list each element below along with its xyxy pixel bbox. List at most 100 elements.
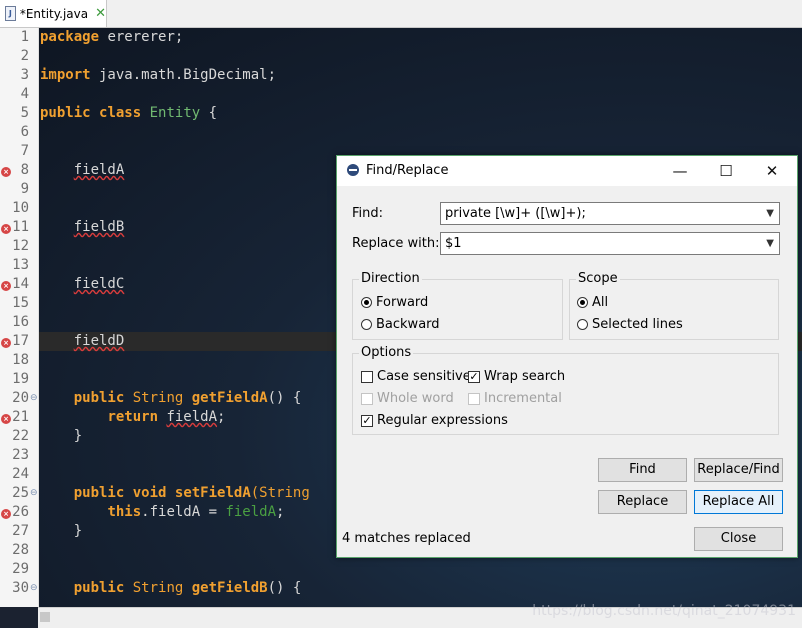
line-number: 20 [12,390,29,406]
watermark: https://blog.csdn.net/qinat_21074931 [532,603,796,619]
wrap-search-checkbox[interactable]: ✓ Wrap search [468,369,565,384]
code-token: class [99,105,142,121]
line-number: 22 [12,428,29,444]
code-line: fieldB [40,219,125,235]
code-line: } [40,523,82,539]
find-input[interactable]: private [\w]+ ([\w]+); ▼ [440,202,780,225]
editor-tab-bar: J *Entity.java ✕ [0,0,802,28]
chevron-down-icon[interactable]: ▼ [766,203,774,224]
wrap-search-label: Wrap search [484,369,566,384]
code-token: public [73,390,125,406]
checkbox-icon [468,392,480,405]
selected-lines-radio[interactable]: Selected lines [577,317,683,332]
line-number: 8 [20,162,29,178]
status-message: 4 matches replaced [342,531,471,546]
replace-label: Replace with: [352,236,440,251]
line-number: 27 [12,523,29,539]
backward-radio[interactable]: Backward [361,317,440,332]
error-marker-icon[interactable]: × [1,509,11,519]
chevron-down-icon[interactable]: ▼ [766,233,774,254]
code-line: public String getFieldB() { [40,580,302,596]
code-line: return fieldA; [40,409,225,425]
error-marker-icon[interactable]: × [1,167,11,177]
case-sensitive-checkbox[interactable]: Case sensitive [361,369,471,384]
all-radio[interactable]: All [577,295,608,310]
radio-selected-icon [577,297,588,308]
direction-group: Direction Forward Backward [352,271,563,340]
code-token: getFieldA [191,390,268,406]
replace-all-button[interactable]: Replace All [694,490,783,514]
forward-radio[interactable]: Forward [361,295,428,310]
code-token: } [40,523,83,539]
regular-expressions-label: Regular expressions [377,413,508,428]
code-token: () { [267,390,302,406]
replace-button[interactable]: Replace [598,490,687,514]
find-input-value: private [\w]+ ([\w]+); [445,206,586,221]
dialog-title: Find/Replace [366,163,449,178]
whole-word-label: Whole word [377,391,454,406]
code-token: return [107,409,159,425]
line-number: 23 [12,447,29,463]
line-number: 12 [12,238,29,254]
code-token: { [200,105,218,121]
line-number: 3 [20,67,29,83]
line-number: 15 [12,295,29,311]
fold-toggle-icon[interactable]: ⊖ [30,583,38,593]
line-number: 28 [12,542,29,558]
regular-expressions-checkbox[interactable]: ✓ Regular expressions [361,413,508,428]
checkbox-checked-icon: ✓ [361,413,373,427]
line-number: 29 [12,561,29,577]
code-token: () { [267,580,302,596]
scroll-left-arrow[interactable] [40,612,50,622]
line-number: 25 [12,485,29,501]
line-number: 24 [12,466,29,482]
code-line: public class Entity { [40,105,217,121]
whole-word-checkbox: Whole word [361,391,454,406]
fold-toggle-icon[interactable]: ⊖ [30,488,38,498]
dialog-titlebar[interactable]: Find/Replace — ☐ ✕ [337,156,797,186]
options-title: Options [359,345,414,360]
tab-entity-java[interactable]: J *Entity.java ✕ [0,0,107,27]
radio-selected-icon [361,297,372,308]
line-number: 5 [20,105,29,121]
error-marker-icon[interactable]: × [1,224,11,234]
options-group: Options Case sensitive ✓ Wrap search Whol… [352,345,779,435]
error-marker-icon[interactable]: × [1,338,11,348]
close-button[interactable]: Close [694,527,783,551]
code-token: package [40,29,100,45]
minimize-button[interactable]: — [657,156,703,186]
code-line: this.fieldA = fieldA; [40,504,284,520]
line-number: 2 [20,48,29,64]
error-marker-icon[interactable]: × [1,414,11,424]
close-window-button[interactable]: ✕ [749,156,795,186]
replace-find-button[interactable]: Replace/Find [694,458,783,482]
direction-title: Direction [359,271,422,286]
code-line: fieldA [40,162,125,178]
code-token: fieldC [73,276,125,292]
checkbox-icon [361,370,373,383]
find-button[interactable]: Find [598,458,687,482]
code-token: .fieldA = [141,504,226,520]
error-marker-icon[interactable]: × [1,281,11,291]
line-number: 18 [12,352,29,368]
line-number: 30 [12,580,29,596]
fold-toggle-icon[interactable]: ⊖ [30,393,38,403]
replace-input[interactable]: $1 ▼ [440,232,780,255]
line-number: 7 [20,143,29,159]
code-token: erererer; [99,29,184,45]
all-label: All [592,295,609,310]
radio-icon [577,319,588,330]
java-file-icon: J [5,6,16,21]
close-tab-icon[interactable]: ✕ [95,6,106,21]
code-line: public void setFieldA(String [40,485,310,501]
maximize-button[interactable]: ☐ [703,156,749,186]
